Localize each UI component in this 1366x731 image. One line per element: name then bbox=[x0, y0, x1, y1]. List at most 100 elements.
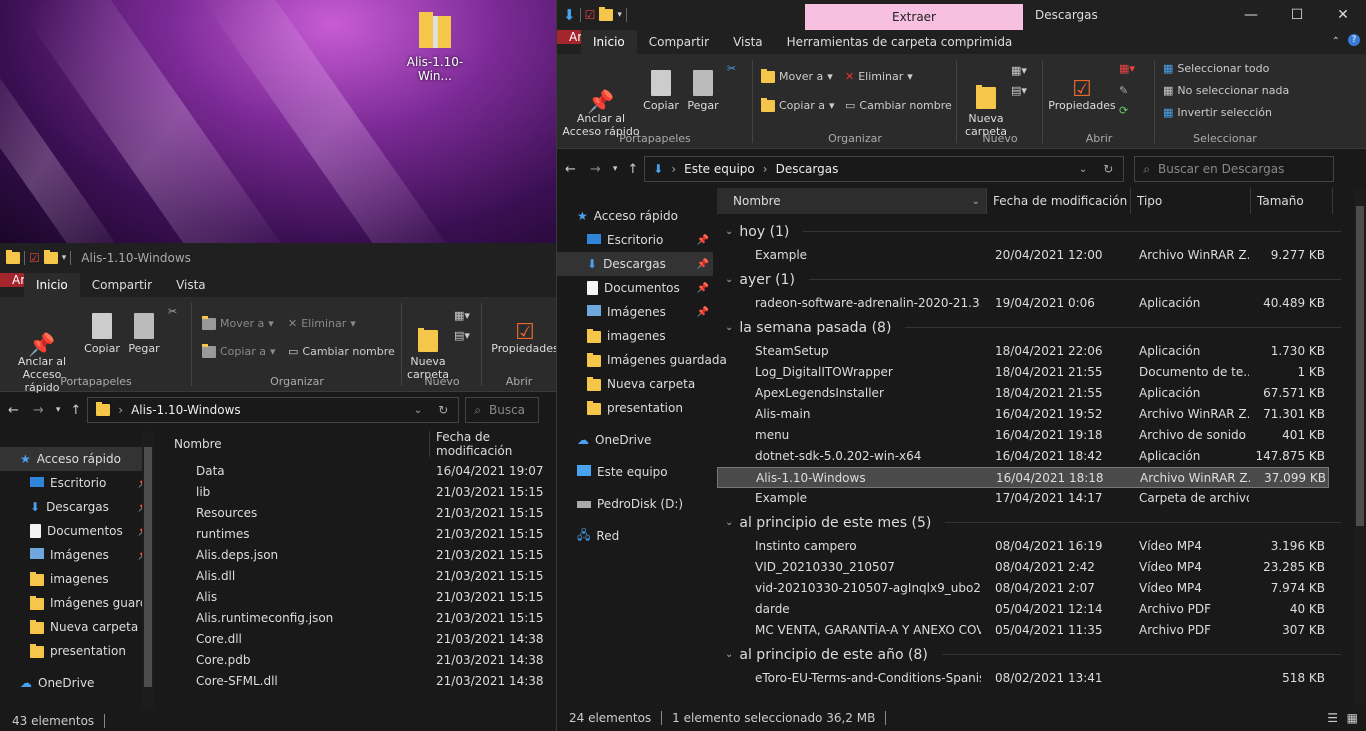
group-header[interactable]: ⌄ hoy (1) bbox=[717, 218, 1349, 245]
nav-scrollbar[interactable] bbox=[142, 431, 154, 709]
context-tab-extraer[interactable]: Extraer bbox=[805, 4, 1023, 30]
table-row[interactable]: Example 20/04/2021 12:00 Archivo WinRAR Z.… bbox=[717, 245, 1329, 266]
nav-item[interactable]: 🖧 Red bbox=[557, 524, 713, 548]
cut-icon[interactable]: ✂ bbox=[727, 62, 736, 75]
table-row[interactable]: dotnet-sdk-5.0.202-win-x64 16/04/2021 18:… bbox=[717, 446, 1329, 467]
easy-access-icon[interactable]: ▤▾ bbox=[454, 329, 470, 342]
copy-to-button[interactable]: Copiar a ▾ bbox=[202, 343, 275, 358]
column-name[interactable]: Nombre ⌄ bbox=[717, 188, 987, 214]
column-size[interactable]: Tamaño bbox=[1251, 188, 1333, 214]
tab-compartir[interactable]: Compartir bbox=[80, 273, 164, 297]
table-row[interactable]: SteamSetup 18/04/2021 22:06 Aplicación 1.73… bbox=[717, 341, 1329, 362]
forward-arrow-icon[interactable]: → bbox=[33, 403, 44, 418]
nav-item[interactable]: Este equipo bbox=[557, 460, 713, 484]
nav-item[interactable]: Escritorio📌 bbox=[557, 228, 713, 252]
collapse-ribbon-icon[interactable]: ⌃ bbox=[1332, 36, 1340, 47]
new-folder-button[interactable]: Nueva carpeta bbox=[961, 64, 1011, 138]
table-row[interactable]: Example 17/04/2021 14:17 Carpeta de archiv… bbox=[717, 488, 1329, 509]
new-folder-button[interactable]: Nueva carpeta bbox=[404, 307, 452, 381]
copy-button[interactable]: Copiar bbox=[641, 64, 681, 112]
tab-herramientas[interactable]: Herramientas de carpeta comprimida bbox=[775, 30, 1025, 54]
up-arrow-icon[interactable]: ↑ bbox=[70, 403, 81, 418]
breadcrumb-descargas[interactable]: Descargas bbox=[776, 162, 839, 176]
easy-access-icon[interactable]: ▤▾ bbox=[1011, 84, 1027, 97]
history-icon[interactable]: ⟳ bbox=[1119, 104, 1128, 117]
nav-item[interactable]: presentation bbox=[0, 639, 154, 663]
select-none-button[interactable]: ▦ No seleccionar nada bbox=[1163, 84, 1289, 97]
back-arrow-icon[interactable]: ← bbox=[8, 403, 19, 418]
new-item-icon[interactable]: ▦▾ bbox=[1011, 64, 1027, 77]
content-scrollbar[interactable] bbox=[1354, 188, 1366, 706]
column-name[interactable]: Nombre bbox=[168, 431, 430, 457]
address-dropdown-icon[interactable]: ⌄ bbox=[414, 405, 422, 416]
tab-vista[interactable]: Vista bbox=[164, 273, 218, 297]
rename-button[interactable]: ▭ Cambiar nombre bbox=[288, 345, 395, 358]
nav-item[interactable]: imagenes bbox=[0, 567, 154, 591]
table-row[interactable]: Alis.deps.json 21/03/2021 15:15 bbox=[160, 545, 556, 566]
group-header[interactable]: ⌄ ayer (1) bbox=[717, 266, 1349, 293]
new-folder-icon[interactable] bbox=[43, 250, 58, 264]
tab-inicio[interactable]: Inicio bbox=[581, 30, 637, 54]
maximize-button[interactable]: ☐ bbox=[1274, 0, 1320, 30]
table-row[interactable]: MC VENTA, GARANTÍA-A Y ANEXO COVID 05/04/… bbox=[717, 620, 1329, 641]
up-arrow-icon[interactable]: ↑ bbox=[627, 162, 638, 177]
invert-selection-button[interactable]: ▦ Invertir selección bbox=[1163, 106, 1272, 119]
search-input[interactable]: ⌕ Busca bbox=[465, 397, 540, 423]
refresh-icon[interactable]: ↻ bbox=[438, 403, 448, 417]
table-row[interactable]: lib 21/03/2021 15:15 bbox=[160, 482, 556, 503]
pin-icon[interactable]: 📌 bbox=[697, 283, 709, 294]
delete-button[interactable]: ✕ Eliminar ▾ bbox=[288, 317, 356, 330]
search-input[interactable]: ⌕ Buscar en Descargas bbox=[1134, 156, 1335, 182]
properties-button[interactable]: ☑ Propiedades bbox=[1047, 64, 1117, 113]
nav-item[interactable]: ☁ OneDrive bbox=[557, 428, 713, 452]
group-header[interactable]: ⌄ al principio de este mes (5) bbox=[717, 509, 1349, 536]
nav-item[interactable]: Escritorio📌 bbox=[0, 471, 154, 495]
table-row[interactable]: ApexLegendsInstaller 18/04/2021 21:55 Apli… bbox=[717, 383, 1329, 404]
chevron-down-icon[interactable]: ▾ bbox=[62, 253, 67, 263]
nav-item[interactable]: ★ Acceso rápido bbox=[557, 204, 713, 228]
tab-compartir[interactable]: Compartir bbox=[637, 30, 721, 54]
table-row[interactable]: runtimes 21/03/2021 15:15 bbox=[160, 524, 556, 545]
refresh-icon[interactable]: ↻ bbox=[1103, 162, 1113, 176]
pin-icon[interactable]: 📌 bbox=[697, 307, 709, 318]
column-type[interactable]: Tipo bbox=[1131, 188, 1251, 214]
copy-button[interactable]: Copiar bbox=[82, 307, 122, 355]
tab-vista[interactable]: Vista bbox=[721, 30, 775, 54]
table-row[interactable]: radeon-software-adrenalin-2020-21.3.2-..… bbox=[717, 293, 1329, 314]
table-row[interactable]: Core.pdb 21/03/2021 14:38 bbox=[160, 650, 556, 671]
nav-item[interactable]: ⬇ Descargas 📌 bbox=[557, 252, 713, 276]
address-bar[interactable]: ⬇ › Este equipo › Descargas ⌄ ↻ bbox=[644, 156, 1125, 182]
desktop-zip-icon[interactable]: Alis-1.10-Win... bbox=[392, 8, 478, 83]
table-row[interactable]: vid-20210330-210507-agInqlx9_ubo2rIGl 08/… bbox=[717, 578, 1329, 599]
table-row[interactable]: eToro-EU-Terms-and-Conditions-Spanis... 0… bbox=[717, 668, 1329, 689]
table-row[interactable]: Alis.runtimeconfig.json 21/03/2021 15:15 bbox=[160, 608, 556, 629]
rename-button[interactable]: ▭ Cambiar nombre bbox=[845, 99, 952, 112]
move-to-button[interactable]: Mover a ▾ bbox=[761, 68, 833, 83]
address-bar[interactable]: › Alis-1.10-Windows ⌄ ↻ bbox=[87, 397, 460, 423]
group-header[interactable]: ⌄ la semana pasada (8) bbox=[717, 314, 1349, 341]
recent-chevron-icon[interactable]: ▾ bbox=[56, 405, 61, 415]
nav-item[interactable]: ☁ OneDrive bbox=[0, 671, 154, 695]
pin-quick-access-button[interactable]: 📌 Anclar al Acceso rápido bbox=[561, 64, 641, 139]
cut-icon[interactable]: ✂ bbox=[168, 305, 177, 318]
tiles-view-icon[interactable]: ▦ bbox=[1347, 711, 1358, 725]
nav-item[interactable]: Imágenes📌 bbox=[0, 543, 154, 567]
select-all-button[interactable]: ▦ Seleccionar todo bbox=[1163, 62, 1269, 75]
table-row[interactable]: VID_20210330_210507 08/04/2021 2:42 Vídeo … bbox=[717, 557, 1329, 578]
nav-item[interactable]: Imágenes guardada bbox=[557, 348, 727, 372]
copy-to-button[interactable]: Copiar a ▾ bbox=[761, 97, 834, 112]
nav-item[interactable]: PedroDisk (D:) bbox=[557, 492, 713, 516]
column-modified[interactable]: Fecha de modificación bbox=[987, 188, 1131, 214]
table-row[interactable]: menu 16/04/2021 19:18 Archivo de sonido 401… bbox=[717, 425, 1329, 446]
table-row[interactable]: Alis.dll 21/03/2021 15:15 bbox=[160, 566, 556, 587]
properties-icon[interactable]: ☑ bbox=[585, 8, 596, 22]
edit-icon[interactable]: ✎ bbox=[1119, 84, 1128, 97]
details-view-icon[interactable]: ☰ bbox=[1327, 711, 1338, 725]
nav-item[interactable]: ★ Acceso rápido bbox=[0, 447, 154, 471]
nav-item[interactable]: presentation bbox=[557, 396, 713, 420]
column-modified[interactable]: Fecha de modificación bbox=[430, 430, 556, 458]
recent-chevron-icon[interactable]: ▾ bbox=[613, 164, 618, 174]
new-item-icon[interactable]: ▦▾ bbox=[454, 309, 470, 322]
move-to-button[interactable]: Mover a ▾ bbox=[202, 315, 274, 330]
pin-icon[interactable]: 📌 bbox=[697, 259, 709, 270]
